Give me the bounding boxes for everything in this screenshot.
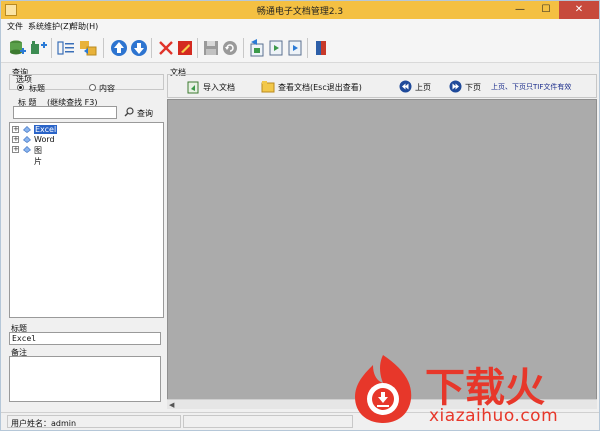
toolbar-separator — [197, 38, 198, 58]
import-icon[interactable] — [247, 38, 267, 58]
flame-logo-icon — [355, 355, 412, 423]
option-content-radio[interactable] — [89, 84, 96, 91]
folder-icon — [23, 136, 31, 143]
import-doc-icon — [187, 81, 199, 94]
toolbar — [1, 33, 599, 63]
menu-help[interactable]: 帮助(H) — [70, 21, 98, 32]
indent-icon[interactable] — [56, 38, 76, 58]
menu-system[interactable]: 系统维护(Z) — [28, 21, 72, 32]
view-button-label: 查看文档(Esc退出查看) — [278, 83, 362, 92]
next-page-label: 下页 — [465, 83, 481, 92]
watermark-logo: 下载火 xiazaihuo.com — [349, 351, 594, 429]
expand-icon[interactable]: + — [12, 126, 19, 133]
menu-file[interactable]: 文件 — [7, 21, 23, 32]
undo-icon[interactable] — [220, 38, 240, 58]
book-icon[interactable] — [311, 38, 331, 58]
prev-page-button[interactable]: 上页 — [399, 79, 435, 95]
search-icon[interactable] — [124, 107, 134, 117]
export-icon[interactable] — [266, 38, 286, 58]
option-title-radio[interactable] — [17, 84, 24, 91]
export2-icon[interactable] — [285, 38, 305, 58]
option-title-label: 标题 — [29, 84, 45, 93]
flag-icon[interactable] — [175, 38, 195, 58]
title-bar: 畅通电子文档管理2.3 — ☐ ✕ — [1, 1, 599, 19]
prev-page-icon — [399, 80, 412, 93]
maximize-button[interactable]: ☐ — [533, 1, 559, 19]
import-button-label: 导入文档 — [203, 83, 235, 92]
watermark-title: 下载火 — [425, 365, 545, 411]
view-button[interactable]: 查看文档(Esc退出查看) — [261, 79, 371, 95]
tree-node-label[interactable]: Excel — [34, 125, 58, 134]
down-arrow-icon[interactable] — [129, 38, 149, 58]
option-content-label: 内容 — [99, 84, 115, 93]
expand-icon[interactable]: + — [12, 146, 19, 153]
status-user: 用户姓名：admin — [11, 419, 77, 428]
open-folder-icon — [261, 81, 275, 93]
tree-node-label[interactable]: 图片 — [34, 145, 42, 167]
toolbar-separator — [51, 38, 52, 58]
close-button[interactable]: ✕ — [559, 1, 599, 19]
query-button[interactable]: 查询 — [137, 108, 153, 119]
watermark-url: xiazaihuo.com — [429, 406, 559, 426]
prev-page-label: 上页 — [415, 83, 431, 92]
status-user-cell: 用户姓名：admin — [7, 415, 181, 428]
toolbar-separator — [151, 38, 152, 58]
page-hint: 上页、下页只TIF文件有效 — [491, 83, 572, 91]
up-arrow-icon[interactable] — [109, 38, 129, 58]
toolbar-separator — [243, 38, 244, 58]
menu-bar: 文件 系统维护(Z) 帮助(H) — [1, 19, 599, 33]
tree-node-label[interactable]: Word — [34, 135, 55, 144]
app-window: 畅通电子文档管理2.3 — ☐ ✕ 文件 系统维护(Z) 帮助(H) 查询 选项… — [0, 0, 600, 431]
import-button[interactable]: 导入文档 — [187, 79, 249, 95]
next-page-button[interactable]: 下页 — [449, 79, 485, 95]
add-node-icon[interactable] — [29, 38, 49, 58]
folder-icon — [23, 146, 31, 153]
scroll-left-icon[interactable]: ◀ — [169, 401, 174, 409]
folder-icon — [23, 126, 31, 133]
toolbar-separator — [103, 38, 104, 58]
save-icon[interactable] — [201, 38, 221, 58]
status-cell — [183, 415, 353, 428]
remarks-field[interactable] — [9, 356, 161, 402]
category-tree[interactable]: + Excel + Word + 图片 — [9, 122, 164, 318]
minimize-button[interactable]: — — [507, 1, 533, 19]
toolbar-separator — [307, 38, 308, 58]
add-database-icon[interactable] — [7, 38, 27, 58]
next-page-icon — [449, 80, 462, 93]
search-input[interactable] — [13, 106, 117, 119]
title-field[interactable]: Excel — [9, 332, 161, 345]
delete-icon[interactable] — [156, 38, 176, 58]
expand-icon[interactable]: + — [12, 136, 19, 143]
move-icon[interactable] — [78, 38, 98, 58]
